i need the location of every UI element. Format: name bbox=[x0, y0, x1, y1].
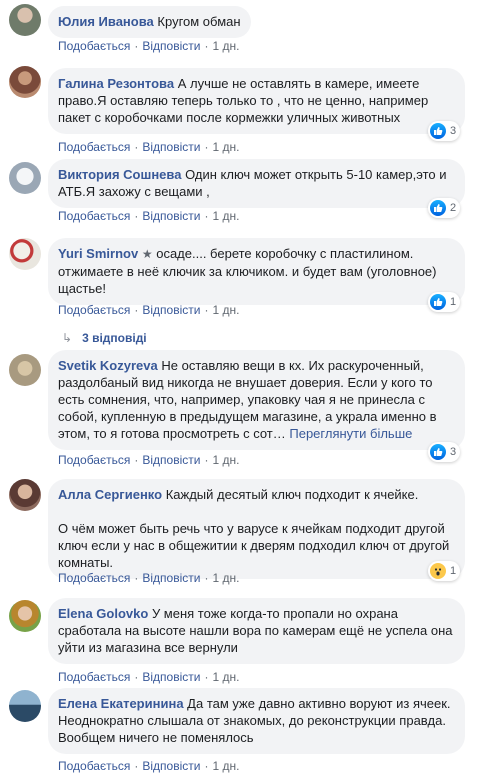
comment-bubble: Юлия Иванова Кругом обман bbox=[48, 6, 251, 38]
comment-time[interactable]: 1 дн. bbox=[212, 453, 239, 467]
comment-text: Кругом обман bbox=[157, 14, 241, 29]
comment-bubble: Елена Екатеринина Да там уже давно актив… bbox=[48, 688, 465, 754]
comment-author[interactable]: Svetik Kozyreva bbox=[58, 358, 158, 373]
comment-time[interactable]: 1 дн. bbox=[212, 670, 239, 684]
reaction-number: 3 bbox=[450, 125, 457, 137]
view-replies-link[interactable]: ↳ 3 відповіді bbox=[62, 330, 147, 346]
comment-text: Каждый десятый ключ подходит к ячейке. bbox=[165, 487, 419, 502]
comment-actions: Подобається · Відповісти · 1 дн. bbox=[58, 39, 240, 53]
comment-author[interactable]: Галина Резонтова bbox=[58, 76, 174, 91]
comment-bubble: Svetik Kozyreva Не оставляю вещи в кх. И… bbox=[48, 350, 465, 450]
like-link[interactable]: Подобається bbox=[58, 670, 130, 684]
comment-actions: Подобається · Відповісти · 1 дн. bbox=[58, 453, 240, 467]
comment-time[interactable]: 1 дн. bbox=[212, 571, 239, 585]
comment-actions: Подобається · Відповісти · 1 дн. bbox=[58, 303, 240, 317]
comment-actions: Подобається · Відповісти · 1 дн. bbox=[58, 670, 240, 684]
comment-actions: Подобається · Відповісти · 1 дн. bbox=[58, 140, 240, 154]
like-reaction-icon bbox=[430, 294, 446, 310]
comment-time[interactable]: 1 дн. bbox=[212, 39, 239, 53]
reaction-count[interactable]: 2 bbox=[428, 198, 461, 218]
like-link[interactable]: Подобається bbox=[58, 140, 130, 154]
like-link[interactable]: Подобається bbox=[58, 571, 130, 585]
reply-link[interactable]: Відповісти bbox=[142, 39, 200, 53]
comment-author[interactable]: Yuri Smirnov bbox=[58, 246, 138, 261]
avatar[interactable] bbox=[9, 162, 41, 194]
see-more-link[interactable]: Переглянути більше bbox=[289, 426, 412, 441]
reply-link[interactable]: Відповісти bbox=[142, 571, 200, 585]
reaction-count[interactable]: 1 bbox=[428, 561, 461, 581]
comment-author[interactable]: Елена Екатеринина bbox=[58, 696, 184, 711]
reaction-number: 2 bbox=[450, 202, 457, 214]
like-reaction-icon bbox=[430, 444, 446, 460]
reaction-number: 3 bbox=[450, 446, 457, 458]
comment-time[interactable]: 1 дн. bbox=[212, 140, 239, 154]
comment-author[interactable]: Юлия Иванова bbox=[58, 14, 154, 29]
avatar[interactable] bbox=[9, 690, 41, 722]
avatar[interactable] bbox=[9, 4, 41, 36]
comment-actions: Подобається · Відповісти · 1 дн. bbox=[58, 759, 240, 773]
avatar[interactable] bbox=[9, 479, 41, 511]
reply-link[interactable]: Відповісти bbox=[142, 670, 200, 684]
reply-link[interactable]: Відповісти bbox=[142, 303, 200, 317]
like-link[interactable]: Подобається bbox=[58, 209, 130, 223]
wow-reaction-icon bbox=[430, 563, 446, 579]
comment-bubble: Алла Сергиенко Каждый десятый ключ подхо… bbox=[48, 479, 465, 579]
star-icon: ★ bbox=[141, 247, 153, 261]
reaction-count[interactable]: 3 bbox=[428, 442, 461, 462]
comment-actions: Подобається · Відповісти · 1 дн. bbox=[58, 209, 240, 223]
like-reaction-icon bbox=[430, 123, 446, 139]
like-link[interactable]: Подобається bbox=[58, 39, 130, 53]
comment-time[interactable]: 1 дн. bbox=[212, 303, 239, 317]
comment-bubble: Yuri Smirnov ★ осаде.... берете коробочк… bbox=[48, 238, 465, 305]
comment-bubble: Виктория Сошнева Один ключ может открыть… bbox=[48, 159, 465, 208]
comment-author[interactable]: Виктория Сошнева bbox=[58, 167, 181, 182]
comment-bubble: Elena Golovko У меня тоже когда-то пропа… bbox=[48, 598, 465, 664]
like-link[interactable]: Подобається bbox=[58, 303, 130, 317]
reaction-number: 1 bbox=[450, 565, 457, 577]
comment-text-paragraph: О чём может быть речь что у варусе к яче… bbox=[58, 521, 450, 570]
comment-time[interactable]: 1 дн. bbox=[212, 209, 239, 223]
avatar[interactable] bbox=[9, 354, 41, 386]
like-link[interactable]: Подобається bbox=[58, 453, 130, 467]
reaction-count[interactable]: 3 bbox=[428, 121, 461, 141]
reply-link[interactable]: Відповісти bbox=[142, 140, 200, 154]
reaction-count[interactable]: 1 bbox=[428, 292, 461, 312]
comment-time[interactable]: 1 дн. bbox=[212, 759, 239, 773]
reply-link[interactable]: Відповісти bbox=[142, 453, 200, 467]
avatar[interactable] bbox=[9, 66, 41, 98]
avatar[interactable] bbox=[9, 600, 41, 632]
replies-count: 3 відповіді bbox=[82, 331, 147, 345]
comment-author[interactable]: Elena Golovko bbox=[58, 606, 148, 621]
like-link[interactable]: Подобається bbox=[58, 759, 130, 773]
avatar[interactable] bbox=[9, 238, 41, 270]
comment-author[interactable]: Алла Сергиенко bbox=[58, 487, 162, 502]
reply-link[interactable]: Відповісти bbox=[142, 759, 200, 773]
like-reaction-icon bbox=[430, 200, 446, 216]
comment-bubble: Галина Резонтова А лучше не оставлять в … bbox=[48, 68, 465, 134]
comment-actions: Подобається · Відповісти · 1 дн. bbox=[58, 571, 240, 585]
reply-link[interactable]: Відповісти bbox=[142, 209, 200, 223]
reply-arrow-icon: ↳ bbox=[62, 331, 73, 345]
reaction-number: 1 bbox=[450, 296, 457, 308]
